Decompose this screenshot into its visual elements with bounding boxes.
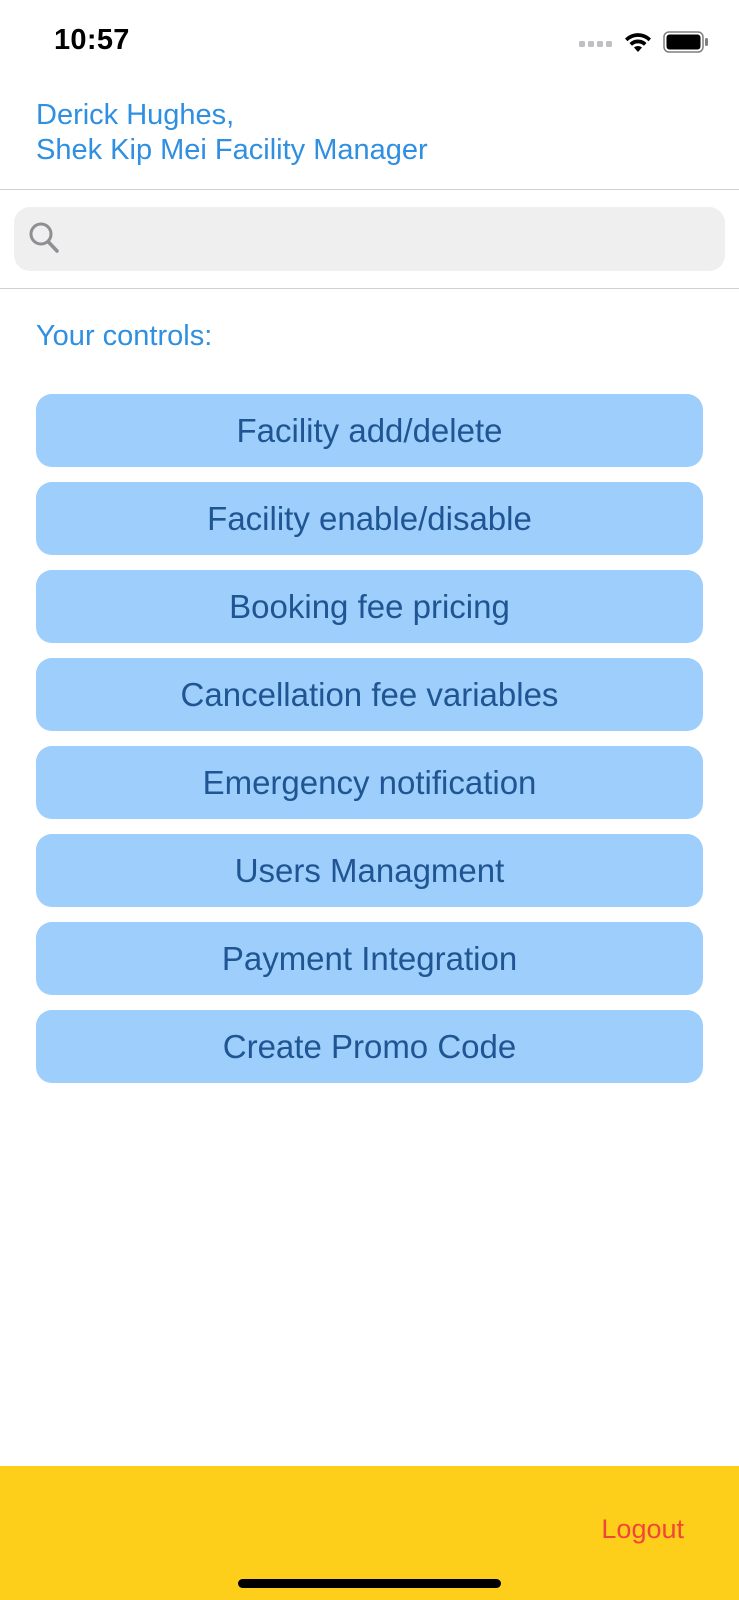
signal-icon	[579, 35, 613, 54]
payment-integration-button[interactable]: Payment Integration	[36, 922, 703, 995]
create-promo-code-button[interactable]: Create Promo Code	[36, 1010, 703, 1083]
search-bar[interactable]	[14, 207, 725, 273]
wifi-icon	[623, 30, 653, 59]
cancellation-fee-variables-button[interactable]: Cancellation fee variables	[36, 658, 703, 731]
emergency-notification-button[interactable]: Emergency notification	[36, 746, 703, 819]
search-icon	[28, 221, 60, 260]
controls-label: Your controls:	[36, 320, 213, 352]
facility-add-delete-button[interactable]: Facility add/delete	[36, 394, 703, 467]
facility-enable-disable-button[interactable]: Facility enable/disable	[36, 482, 703, 555]
user-role: Shek Kip Mei Facility Manager	[36, 134, 428, 166]
search-input[interactable]	[74, 207, 708, 273]
status-bar: 10:57	[0, 0, 739, 90]
search-divider	[0, 288, 739, 289]
users-management-button[interactable]: Users Managment	[36, 834, 703, 907]
user-name: Derick Hughes,	[36, 99, 235, 131]
logout-button[interactable]: Logout	[601, 1514, 684, 1545]
status-icons	[579, 30, 709, 59]
footer-bar: Logout	[0, 1466, 739, 1600]
user-header: Derick Hughes, Shek Kip Mei Facility Man…	[36, 98, 428, 168]
status-time: 10:57	[54, 24, 130, 56]
booking-fee-pricing-button[interactable]: Booking fee pricing	[36, 570, 703, 643]
controls-list: Facility add/delete Facility enable/disa…	[36, 394, 703, 1083]
home-indicator[interactable]	[238, 1579, 501, 1588]
battery-icon	[663, 31, 709, 58]
header-divider	[0, 189, 739, 190]
